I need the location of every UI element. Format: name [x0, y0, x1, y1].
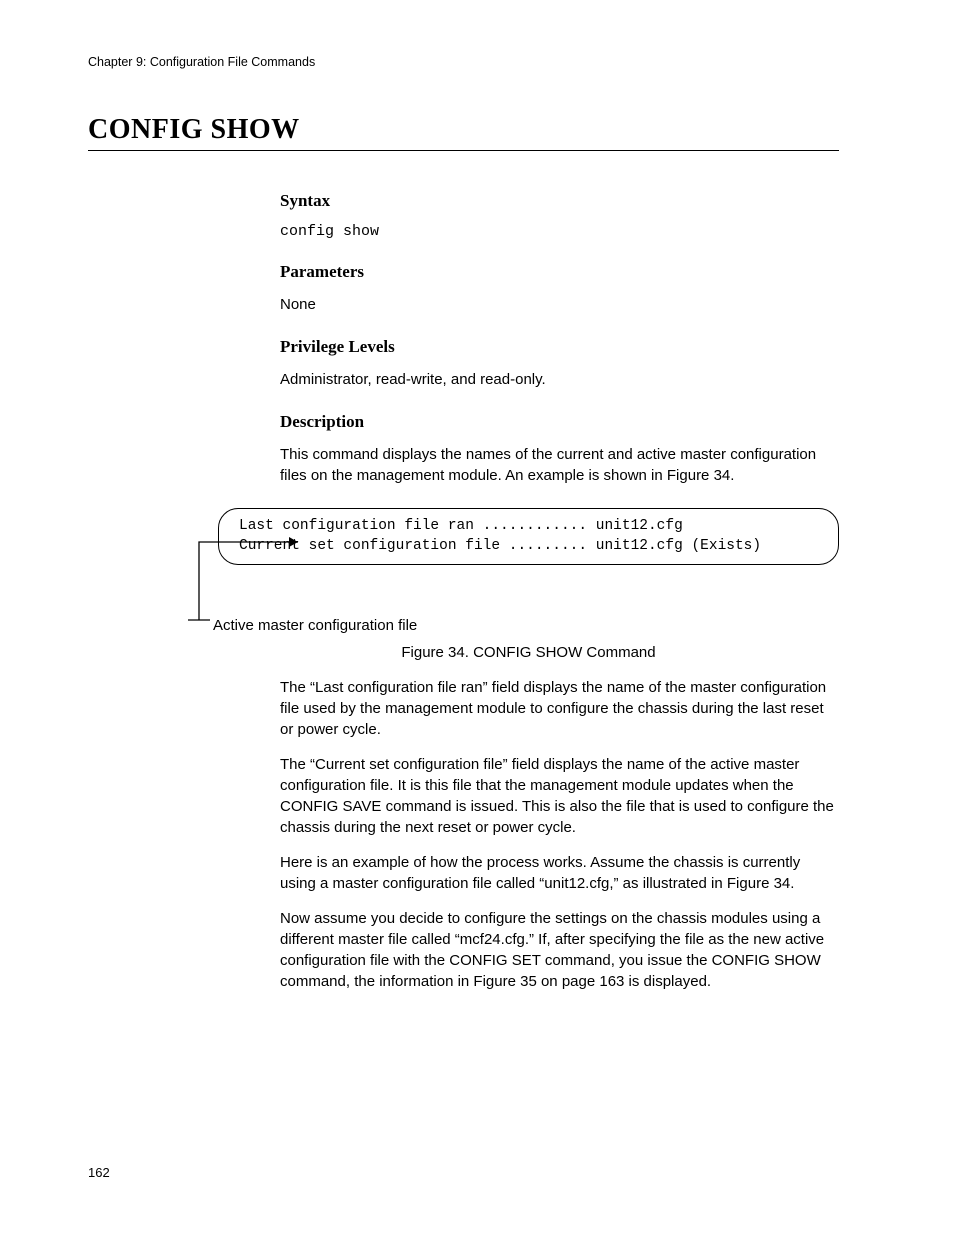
description-body: The “Last configuration file ran” field … — [280, 677, 839, 992]
figure-caption: Figure 34. CONFIG SHOW Command — [218, 644, 839, 661]
paragraph-2: The “Current set configuration file” fie… — [280, 754, 839, 838]
syntax-heading: Syntax — [280, 191, 839, 211]
privilege-heading: Privilege Levels — [280, 337, 839, 357]
privilege-text: Administrator, read-write, and read-only… — [280, 369, 839, 390]
paragraph-1: The “Last configuration file ran” field … — [280, 677, 839, 740]
terminal-line-2: Current set configuration file .........… — [239, 538, 761, 554]
content-block: Syntax config show Parameters None Privi… — [280, 191, 839, 486]
parameters-text: None — [280, 294, 839, 315]
parameters-heading: Parameters — [280, 262, 839, 282]
callout-arrow-icon — [183, 512, 313, 632]
callout-label: Active master configuration file — [213, 617, 417, 634]
callout-container: Active master configuration file — [183, 575, 839, 640]
page-number: 162 — [88, 1165, 110, 1180]
page-title: CONFIG SHOW — [88, 114, 839, 151]
description-heading: Description — [280, 412, 839, 432]
description-intro: This command displays the names of the c… — [280, 444, 839, 486]
paragraph-4: Now assume you decide to configure the s… — [280, 908, 839, 992]
paragraph-3: Here is an example of how the process wo… — [280, 852, 839, 894]
chapter-header: Chapter 9: Configuration File Commands — [88, 55, 839, 69]
syntax-code: config show — [280, 223, 839, 240]
page-container: Chapter 9: Configuration File Commands C… — [0, 0, 954, 1046]
